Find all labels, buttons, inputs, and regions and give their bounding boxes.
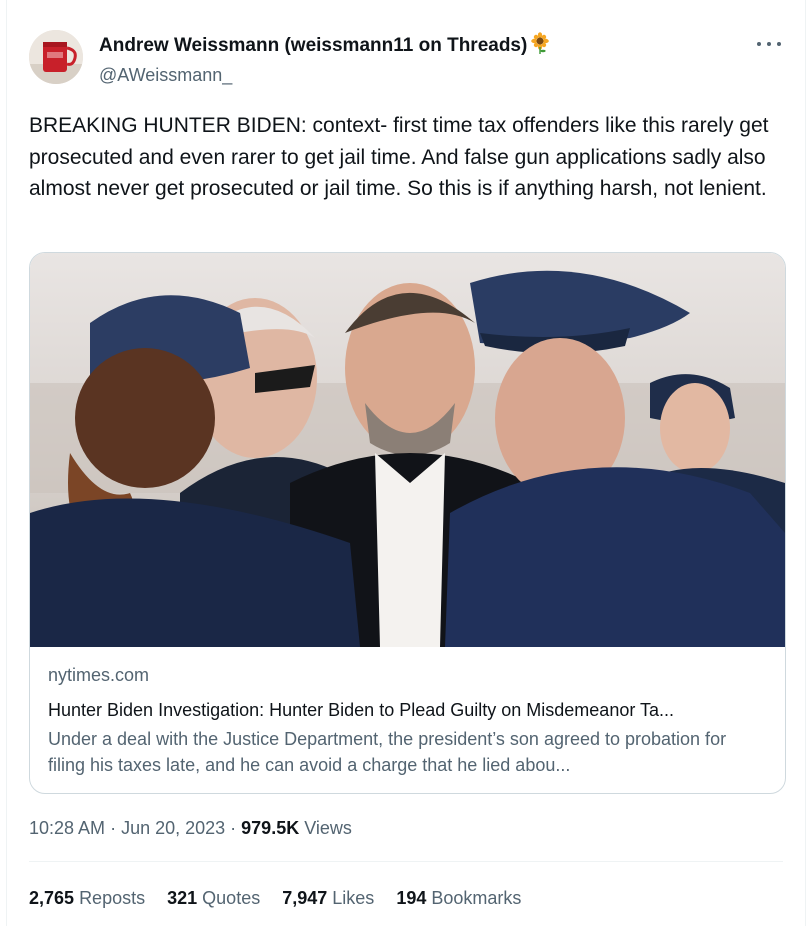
views-label: Views: [304, 818, 352, 838]
quotes-stat[interactable]: 321 Quotes: [167, 886, 260, 910]
tweet-card: Andrew Weissmann (weissmann11 on Threads…: [6, 0, 806, 926]
likes-label: Likes: [332, 888, 375, 908]
tweet-stats: 2,765 Reposts 321 Quotes 7,947 Likes 194 Bo…: [29, 886, 543, 910]
author-name-row[interactable]: Andrew Weissmann (weissmann11 on Threads…: [99, 32, 551, 61]
reposts-label: Reposts: [79, 888, 146, 908]
tweet-header: Andrew Weissmann (weissmann11 on Threads…: [29, 30, 789, 86]
quotes-label: Quotes: [202, 888, 261, 908]
author-name[interactable]: Andrew Weissmann (weissmann11 on Threads…: [99, 35, 527, 56]
link-meta: nytimes.com Hunter Biden Investigation: …: [48, 663, 768, 778]
likes-count: 7,947: [282, 888, 328, 908]
reposts-count: 2,765: [29, 888, 75, 908]
tweet-text: BREAKING HUNTER BIDEN: context- first ti…: [29, 114, 769, 200]
likes-stat[interactable]: 7,947 Likes: [282, 886, 374, 910]
link-preview-card[interactable]: nytimes.com Hunter Biden Investigation: …: [29, 252, 786, 794]
avatar[interactable]: [29, 30, 83, 84]
link-title[interactable]: Hunter Biden Investigation: Hunter Biden…: [48, 697, 768, 723]
reposts-stat[interactable]: 2,765 Reposts: [29, 886, 145, 910]
more-options-icon[interactable]: [755, 36, 783, 52]
bookmarks-count: 194: [396, 888, 427, 908]
author-handle[interactable]: @AWeissmann_: [99, 63, 551, 87]
link-description: Under a deal with the Justice Department…: [48, 729, 727, 775]
news-photo: [30, 253, 785, 647]
quotes-count: 321: [167, 888, 198, 908]
tweet-date[interactable]: Jun 20, 2023: [121, 818, 225, 838]
author-block: Andrew Weissmann (weissmann11 on Threads…: [99, 32, 551, 87]
bookmarks-label: Bookmarks: [431, 888, 522, 908]
tweet-time[interactable]: 10:28 AM: [29, 818, 105, 838]
divider: [29, 861, 783, 862]
views-count: 979.5K: [241, 818, 300, 838]
link-domain: nytimes.com: [48, 665, 150, 685]
bookmarks-stat[interactable]: 194 Bookmarks: [396, 886, 521, 910]
sunflower-icon: [529, 32, 551, 61]
tweet-meta: 10:28 AM · Jun 20, 2023 · 979.5K Views: [29, 818, 352, 838]
red-mug-avatar-icon: [29, 30, 83, 84]
